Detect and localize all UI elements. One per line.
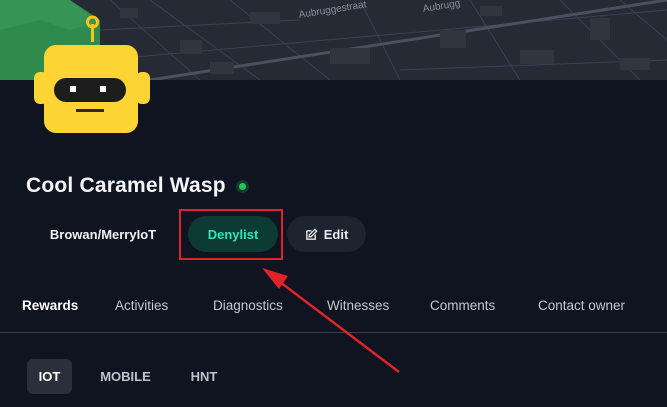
online-status-icon [235, 179, 249, 193]
edit-button[interactable]: Edit [287, 216, 366, 252]
maker-chip[interactable]: Browan/MerryIoT [30, 216, 176, 252]
pencil-square-icon [305, 227, 318, 241]
hotspot-name: Cool Caramel Wasp [26, 174, 226, 197]
edit-label: Edit [323, 226, 349, 242]
tab-rewards[interactable]: Rewards [22, 298, 78, 313]
tab-bar: Rewards Activities Diagnostics Witnesses… [0, 288, 667, 333]
annotation-highlight-box [179, 209, 283, 260]
token-hnt-button[interactable]: HNT [180, 359, 228, 394]
hotspot-avatar [34, 14, 150, 136]
tab-activities[interactable]: Activities [115, 298, 168, 313]
tab-witnesses[interactable]: Witnesses [327, 298, 389, 313]
token-iot-button[interactable]: IOT [27, 359, 72, 394]
tab-diagnostics[interactable]: Diagnostics [213, 298, 283, 313]
tab-comments[interactable]: Comments [430, 298, 495, 313]
hotspot-page: Aubruggestraat Aubrugg Cool Caramel Wasp… [0, 0, 667, 407]
token-mobile-button[interactable]: MOBILE [92, 359, 159, 394]
hotspot-title-row: Cool Caramel Wasp [26, 174, 249, 198]
tab-contact-owner[interactable]: Contact owner [538, 298, 625, 313]
robot-avatar-icon [34, 15, 150, 133]
